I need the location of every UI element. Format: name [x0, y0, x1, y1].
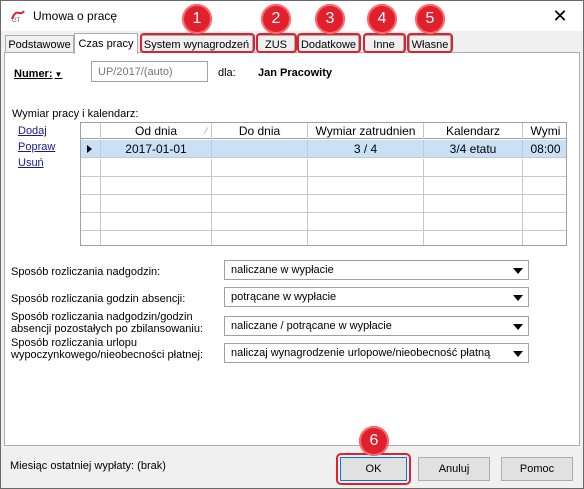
- chevron-down-icon: [513, 324, 523, 330]
- row-pointer-icon: [87, 145, 92, 153]
- numer-dropdown[interactable]: Numer: ▼: [14, 68, 62, 80]
- tab-zus[interactable]: ZUS: [257, 35, 295, 53]
- dialog-window: GT Umowa o pracę ✕ Podstawowe Czas pracy…: [0, 0, 584, 489]
- column-header-kalendarz[interactable]: Kalendarz: [424, 123, 523, 139]
- column-header-wymi[interactable]: Wymi: [523, 123, 566, 139]
- tab-dodatkowe[interactable]: Dodatkowe: [298, 35, 359, 53]
- annotation-badge-5: 5: [415, 4, 445, 34]
- grid-header: Od dnia ⁄ Do dnia Wymiar zatrudnien Kalen…: [81, 123, 566, 139]
- column-header-do-dnia[interactable]: Do dnia: [212, 123, 308, 139]
- cancel-button[interactable]: Anuluj: [418, 457, 490, 481]
- table-row-empty: [81, 231, 566, 245]
- table-row-empty: [81, 177, 566, 195]
- absence-select[interactable]: potrącane w wypłacie: [224, 287, 529, 307]
- vacation-select-value: naliczaj wynagrodzenie urlopowe/nieobecn…: [231, 347, 491, 359]
- balance-label: Sposób rozliczania nadgodzin/godzin abse…: [11, 311, 204, 335]
- app-logo-icon: GT: [10, 9, 26, 23]
- cell-od-dnia[interactable]: 2017-01-01: [101, 140, 212, 158]
- help-button[interactable]: Pomoc: [501, 457, 573, 481]
- tab-strip: Podstawowe Czas pracy System wynagrodzeń…: [1, 31, 583, 54]
- overtime-label: Sposób rozliczania nadgodzin:: [11, 266, 161, 278]
- balance-select[interactable]: naliczane / potrącane w wypłacie: [224, 316, 529, 336]
- window-title: Umowa o pracę: [33, 9, 118, 23]
- annotation-badge-2: 2: [261, 4, 291, 34]
- annotation-badge-4: 4: [367, 4, 397, 34]
- cell-do-dnia[interactable]: [212, 140, 308, 158]
- last-payout-label: Miesiąc ostatniej wypłaty: (brak): [10, 460, 166, 472]
- annotation-outline-ok: [336, 453, 411, 485]
- cell-wymi[interactable]: 08:00: [523, 140, 566, 158]
- tab-czas-pracy[interactable]: Czas pracy: [74, 33, 138, 54]
- title-bar: GT Umowa o pracę ✕: [1, 1, 583, 31]
- absence-select-value: potrącane w wypłacie: [231, 291, 337, 303]
- annotation-badge-3: 3: [315, 4, 345, 34]
- schedule-grid[interactable]: Od dnia ⁄ Do dnia Wymiar zatrudnien Kalen…: [80, 122, 567, 246]
- annotation-badge-6: 6: [359, 426, 389, 456]
- edit-link[interactable]: Popraw: [18, 141, 55, 153]
- cell-kalendarz[interactable]: 3/4 etatu: [424, 140, 523, 158]
- tab-wlasne[interactable]: Własne: [409, 35, 451, 53]
- table-row-empty: [81, 213, 566, 231]
- numer-input[interactable]: [91, 61, 208, 82]
- absence-label: Sposób rozliczania godzin absencji:: [11, 293, 186, 305]
- tab-inne[interactable]: Inne: [364, 35, 404, 53]
- chevron-down-icon: [513, 295, 523, 301]
- overtime-select[interactable]: naliczane w wypłacie: [224, 260, 529, 280]
- row-indicator: [81, 140, 101, 158]
- table-row[interactable]: 2017-01-01 3 / 4 3/4 etatu 08:00: [81, 140, 566, 158]
- chevron-down-icon: ▼: [54, 70, 63, 79]
- section-label: Wymiar pracy i kalendarz:: [12, 108, 139, 120]
- svg-text:GT: GT: [12, 18, 21, 23]
- balance-select-value: naliczane / potrącane w wypłacie: [231, 320, 392, 332]
- tab-podstawowe[interactable]: Podstawowe: [5, 35, 74, 53]
- cell-wymiar[interactable]: 3 / 4: [308, 140, 424, 158]
- employee-name: Jan Pracowity: [258, 67, 332, 79]
- chevron-down-icon: [513, 268, 523, 274]
- annotation-badge-1: 1: [182, 4, 212, 34]
- table-row-empty: [81, 195, 566, 213]
- vacation-label: Sposób rozliczania urlopu wypoczynkowego…: [11, 337, 204, 361]
- overtime-select-value: naliczane w wypłacie: [231, 264, 334, 276]
- close-icon[interactable]: ✕: [537, 1, 583, 31]
- column-header-od-dnia[interactable]: Od dnia ⁄: [101, 123, 212, 139]
- tab-panel-czas-pracy: Numer:▼ dla: Jan Pracowity Wymiar pracy …: [4, 52, 580, 446]
- dla-label: dla:: [218, 67, 236, 79]
- chevron-down-icon: [513, 351, 523, 357]
- delete-link[interactable]: Usuń: [18, 157, 44, 169]
- grid-header-indicator: [81, 123, 101, 139]
- column-header-wymiar[interactable]: Wymiar zatrudnien: [308, 123, 424, 139]
- add-link[interactable]: Dodaj: [18, 125, 47, 137]
- tab-system-wynagrodzen[interactable]: System wynagrodzeń: [140, 35, 253, 53]
- table-row-empty: [81, 159, 566, 177]
- vacation-select[interactable]: naliczaj wynagrodzenie urlopowe/nieobecn…: [224, 343, 529, 363]
